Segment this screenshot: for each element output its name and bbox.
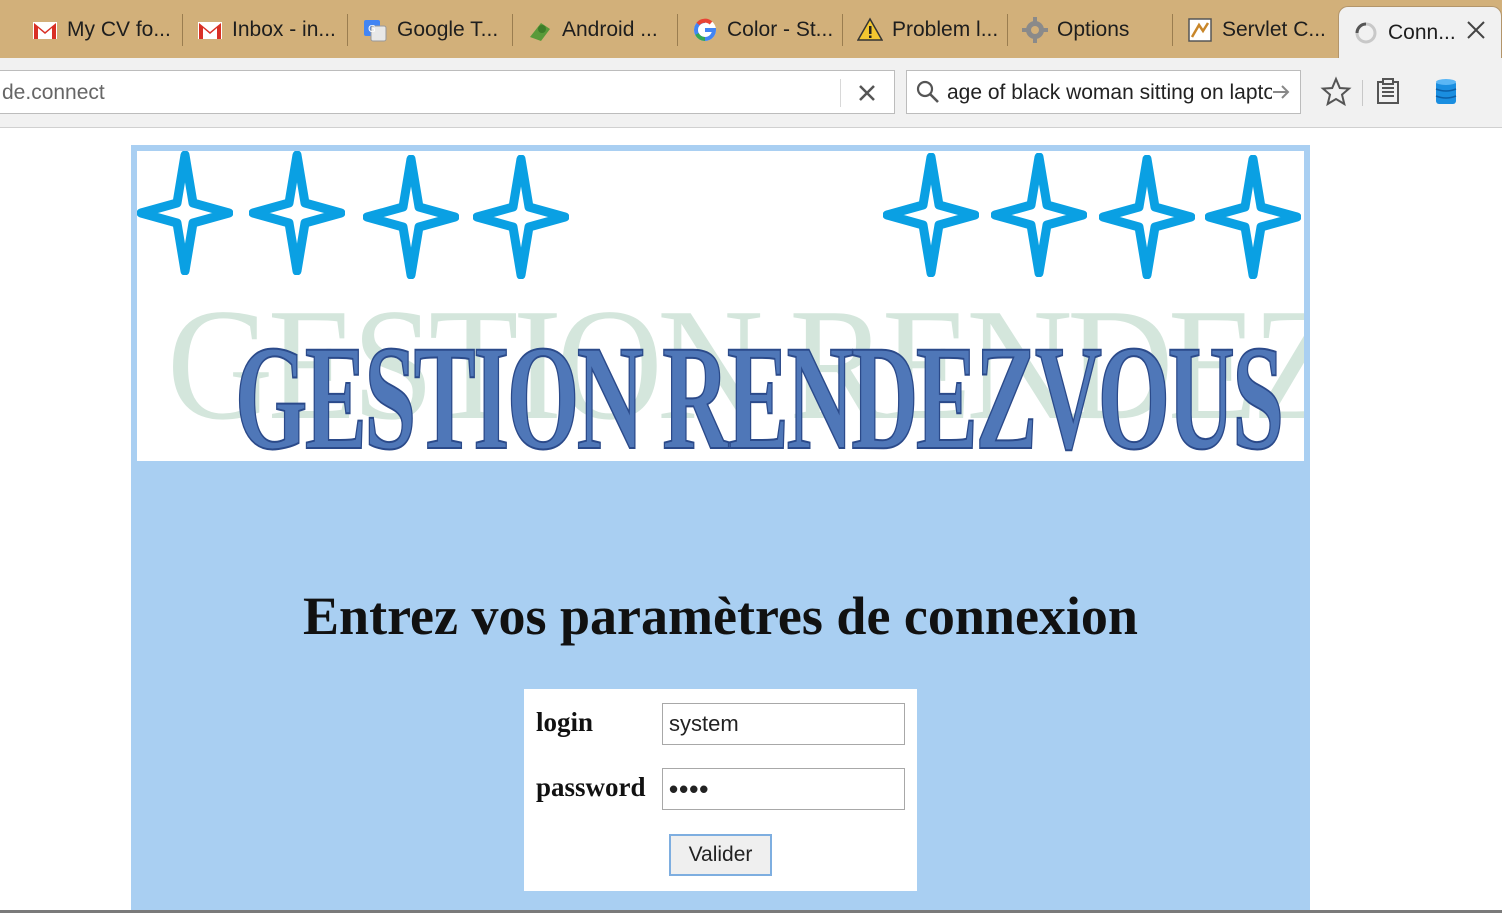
tab-title: Servlet C...: [1222, 18, 1326, 41]
address-bar[interactable]: de.connect: [0, 70, 895, 114]
login-label: login: [536, 707, 594, 737]
star-icon: [883, 153, 979, 277]
star-icon: [991, 153, 1087, 277]
tab-strip: My CV fo... Inbox - in... G Google T... …: [0, 0, 1502, 58]
tab-color[interactable]: Color - St...: [678, 8, 843, 52]
tab-title: Problem l...: [892, 18, 999, 41]
tab-my-cv[interactable]: My CV fo...: [18, 8, 183, 52]
google-translate-icon: G: [362, 17, 388, 43]
gmail-icon: [197, 17, 223, 43]
star-icon: [473, 155, 569, 279]
tab-google-translate[interactable]: G Google T...: [348, 8, 513, 52]
tab-android[interactable]: Android ...: [513, 8, 678, 52]
star-icon: [137, 151, 233, 275]
password-label: password: [536, 772, 646, 802]
tab-title: Conn...: [1388, 20, 1456, 44]
password-input[interactable]: [662, 768, 905, 810]
tab-problem[interactable]: Problem l...: [843, 8, 1008, 52]
servlet-icon: [1187, 17, 1213, 43]
browser-toolbar: de.connect age of black woman sitting on…: [0, 58, 1502, 128]
android-icon: [527, 17, 553, 43]
tab-connexion[interactable]: Conn...: [1338, 6, 1502, 58]
search-box[interactable]: age of black woman sitting on laptop: [906, 70, 1301, 114]
arrow-right-icon[interactable]: [1270, 81, 1292, 103]
reading-list-icon[interactable]: [1372, 76, 1404, 108]
clear-address-icon[interactable]: [855, 81, 879, 105]
tab-title: Android ...: [562, 18, 658, 41]
database-extension-icon[interactable]: [1430, 76, 1462, 108]
close-tab-icon[interactable]: [1465, 19, 1487, 41]
gmail-icon: [32, 17, 58, 43]
gear-icon: [1022, 17, 1048, 43]
star-icon: [1099, 155, 1195, 279]
page-content: GESTION RENDEZVOUS GESTION RENDEZVOUS En…: [131, 145, 1310, 913]
search-icon: [915, 79, 941, 105]
login-form: login password Valider: [524, 689, 917, 891]
banner-title: GESTION RENDEZVOUS: [234, 315, 1284, 461]
page-heading: Entrez vos paramètres de connexion: [303, 586, 1138, 646]
star-icon: [363, 155, 459, 279]
tab-title: Color - St...: [727, 18, 834, 41]
google-g-icon: [692, 17, 718, 43]
loading-icon: [1353, 20, 1379, 46]
tab-inbox[interactable]: Inbox - in...: [183, 8, 348, 52]
tab-servlet[interactable]: Servlet C...: [1173, 8, 1338, 52]
tab-title: My CV fo...: [67, 18, 171, 41]
address-divider: [840, 79, 841, 107]
tab-options[interactable]: Options: [1008, 8, 1173, 52]
tab-title: Google T...: [397, 18, 499, 41]
address-text: de.connect: [2, 81, 105, 104]
tab-title: Inbox - in...: [232, 18, 336, 41]
tab-title: Options: [1057, 18, 1130, 41]
star-icon: [249, 151, 345, 275]
svg-text:G: G: [368, 24, 376, 35]
star-icon: [1205, 155, 1301, 279]
login-input[interactable]: [662, 703, 905, 745]
bookmark-star-icon[interactable]: [1320, 76, 1352, 108]
banner: GESTION RENDEZVOUS GESTION RENDEZVOUS: [137, 151, 1304, 461]
valider-button[interactable]: Valider: [669, 834, 772, 876]
warning-icon: [857, 17, 883, 43]
toolbar-separator: [1362, 80, 1363, 106]
search-query: age of black woman sitting on laptop: [947, 81, 1272, 104]
